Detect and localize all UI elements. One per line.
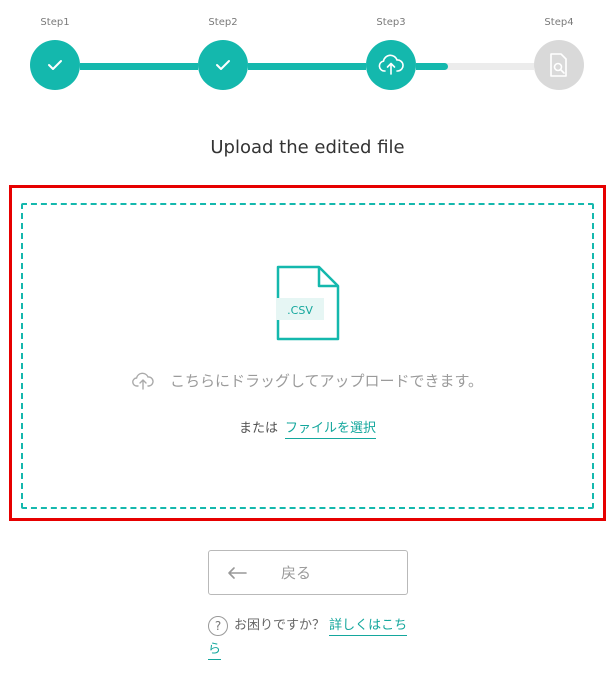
file-type-badge: .CSV: [287, 304, 313, 317]
or-text: または: [238, 421, 278, 436]
check-icon: [216, 60, 230, 70]
step-connector-3-progress: [416, 63, 448, 70]
cloud-upload-icon: [378, 54, 404, 75]
check-icon: [48, 60, 62, 70]
step-connector-2: [248, 63, 366, 70]
cloud-upload-icon: [132, 372, 154, 390]
step4-circle: [534, 40, 584, 90]
csv-file-icon: .CSV: [276, 265, 340, 341]
step3-label: Step3: [376, 17, 406, 28]
drag-text: こちらにドラッグしてアップロードできます。: [169, 372, 484, 390]
step2-label: Step2: [208, 17, 238, 28]
arrow-left-icon: [228, 566, 247, 579]
back-button-label: 戻る: [281, 564, 312, 582]
help-section: ? お困りですか？ 詳しくはこちら: [208, 614, 418, 662]
file-select-row: または ファイルを選択: [0, 417, 615, 439]
back-button[interactable]: 戻る: [208, 550, 408, 595]
help-question: お困りですか？: [234, 618, 326, 633]
step1-circle: [30, 40, 80, 90]
step4-label: Step4: [544, 17, 574, 28]
progress-stepper: Step1 Step2 Step3 Step4: [0, 0, 615, 100]
question-icon: ?: [208, 615, 228, 636]
select-file-link[interactable]: ファイルを選択: [285, 417, 377, 439]
file-dropzone[interactable]: [21, 203, 594, 509]
step-connector-1: [80, 63, 198, 70]
step3-circle: [366, 40, 416, 90]
step2-circle: [198, 40, 248, 90]
document-search-icon: [550, 53, 567, 77]
step1-label: Step1: [40, 17, 70, 28]
drag-instructions: こちらにドラッグしてアップロードできます。: [0, 370, 615, 391]
page-title: Upload the edited file: [210, 137, 405, 158]
